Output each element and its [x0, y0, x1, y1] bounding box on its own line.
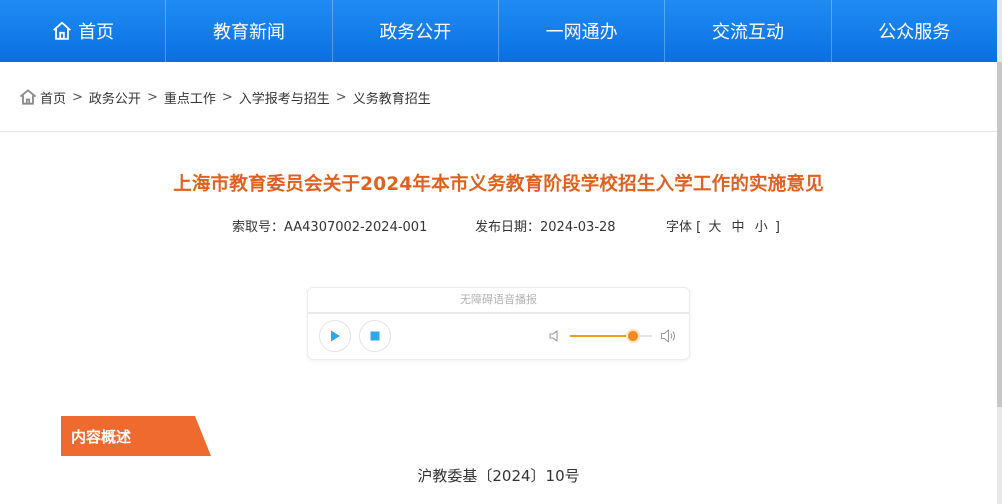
nav-item-interaction[interactable]: 交流互动 [665, 0, 832, 62]
play-button[interactable] [319, 320, 351, 352]
stop-button[interactable] [359, 320, 391, 352]
play-icon [331, 330, 340, 342]
document-number: 沪教委基〔2024〕10号 [417, 467, 580, 485]
breadcrumb-separator: > [72, 89, 83, 105]
date-value: 2024-03-28 [540, 220, 616, 235]
volume-slider[interactable] [570, 331, 652, 341]
breadcrumb-separator: > [221, 89, 233, 105]
home-icon [53, 21, 72, 40]
home-icon [19, 89, 37, 105]
scrollbar-thumb[interactable] [997, 62, 1002, 407]
volume-slider-knob[interactable] [628, 331, 639, 341]
stop-icon [370, 331, 380, 341]
font-label: 字体 [666, 220, 693, 235]
nav-item-home[interactable]: 首页 [0, 0, 167, 62]
page-scrollbar[interactable] [997, 0, 1002, 504]
player-caption: 无障碍语音播报 [308, 288, 689, 314]
nav-item-public-services[interactable]: 公众服务 [832, 0, 997, 62]
publish-date: 发布日期：2024-03-28 [475, 216, 616, 235]
audio-player: 无障碍语音播报 [307, 287, 690, 360]
nav-item-label: 政务公开 [379, 22, 452, 43]
nav-item-label: 公众服务 [878, 22, 951, 43]
volume-high-icon[interactable] [660, 328, 678, 344]
date-label: 发布日期： [475, 220, 541, 235]
index-number: 索取号：AA4307002-2024-001 [232, 216, 427, 235]
volume-slider-fill [570, 335, 634, 337]
page-title: 上海市教育委员会关于2024年本市义务教育阶段学校招生入学工作的实施意见 [173, 174, 824, 195]
breadcrumb-home[interactable]: 首页 [40, 88, 66, 107]
font-small-button[interactable]: 小 [755, 220, 768, 235]
breadcrumb-key-work[interactable]: 重点工作 [164, 88, 216, 107]
font-large-button[interactable]: 大 [708, 220, 721, 235]
nav-item-online-services[interactable]: 一网通办 [499, 0, 666, 62]
index-label: 索取号： [232, 220, 285, 235]
breadcrumb-enrollment[interactable]: 入学报考与招生 [239, 88, 330, 107]
nav-item-education-news[interactable]: 教育新闻 [166, 0, 333, 62]
breadcrumb: 首页 > 政务公开 > 重点工作 > 入学报考与招生 > 义务教育招生 [18, 86, 431, 108]
nav-item-label: 教育新闻 [212, 22, 285, 43]
nav-item-label: 首页 [78, 22, 115, 43]
breadcrumb-separator: > [335, 89, 347, 105]
nav-item-government-affairs[interactable]: 政务公开 [333, 0, 499, 62]
breadcrumb-government-affairs[interactable]: 政务公开 [89, 88, 141, 107]
divider [0, 131, 997, 132]
font-bracket-open: [ [696, 220, 702, 235]
breadcrumb-separator: > [146, 89, 158, 105]
font-bracket-close: ] [774, 220, 780, 235]
index-value: AA4307002-2024-001 [284, 220, 428, 235]
nav-item-label: 交流互动 [711, 22, 784, 43]
breadcrumb-compulsory-education[interactable]: 义务教育招生 [353, 88, 431, 107]
main-nav: 首页 教育新闻 政务公开 一网通办 交流互动 公众服务 [0, 0, 997, 62]
volume-low-icon[interactable] [548, 329, 562, 343]
nav-item-label: 一网通办 [545, 22, 618, 43]
font-medium-button[interactable]: 中 [732, 220, 745, 235]
font-size-control: 字体 [ 大 中 小 ] [666, 216, 780, 235]
section-tag: 内容概述 [61, 416, 211, 456]
section-title: 内容概述 [71, 428, 132, 446]
